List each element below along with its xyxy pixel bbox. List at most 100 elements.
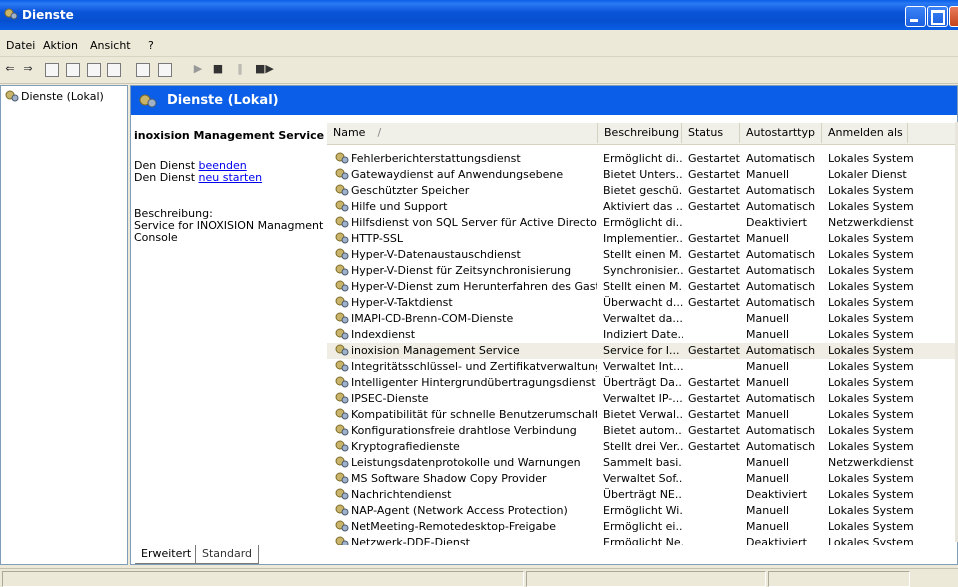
table-row[interactable]: NAP-Agent (Network Access Protection) Erm… [327,503,957,519]
service-gear-icon [335,488,349,500]
table-row[interactable]: Leistungsdatenprotokolle und Warnungen Sa… [327,455,957,471]
table-row[interactable]: Kryptografiedienste Stellt drei Ver... Ges… [327,439,957,455]
cell-name: inoxision Management Service [335,343,597,359]
table-row[interactable]: IPSEC-Dienste Verwaltet IP-... Gestartet Au… [327,391,957,407]
column-header-description[interactable]: Beschreibung [598,123,682,143]
cell-status: Gestartet [688,264,740,277]
service-gear-icon [335,360,349,372]
cell-status: Gestartet [688,280,740,293]
table-row[interactable]: Integritätsschlüssel- und Zertifikatverw… [327,359,957,375]
service-name: Gatewaydienst auf Anwendungsebene [351,168,564,181]
forward-icon[interactable]: ⇒ [20,61,36,77]
back-icon[interactable]: ⇐ [2,61,18,77]
services-icon [4,8,18,20]
service-gear-icon [335,504,349,516]
cell-desc: Stellt einen M... [603,280,683,293]
cell-name: NetMeeting-Remotedesktop-Freigabe [335,519,597,535]
table-row[interactable]: inoxision Management Service Service for … [327,343,957,359]
table-row[interactable]: MS Software Shadow Copy Provider Verwalte… [327,471,957,487]
cell-desc: Überträgt Da... [603,376,683,389]
service-name: inoxision Management Service [351,344,520,357]
refresh-icon[interactable] [87,63,101,77]
cell-desc: Ermöglicht di... [603,152,683,165]
menu-datei[interactable]: Datei [6,39,35,52]
menu-ansicht[interactable]: Ansicht [90,39,131,52]
table-row[interactable]: Hilfsdienst von SQL Server für Active Di… [327,215,957,231]
service-name: Hyper-V-Taktdienst [351,296,453,309]
cell-start: Manuell [746,360,790,373]
table-row[interactable]: NetMeeting-Remotedesktop-Freigabe Ermögli… [327,519,957,535]
menu-help[interactable]: ? [148,39,154,52]
cell-logon: Lokales System [828,520,914,533]
close-button[interactable] [949,6,958,27]
menu-aktion[interactable]: Aktion [43,39,78,52]
play-icon[interactable]: ▶ [190,61,206,77]
table-row[interactable]: Geschützter Speicher Bietet geschü... Gest… [327,183,957,199]
service-gear-icon [335,424,349,436]
cell-desc: Implementier... [603,232,683,245]
pause-icon[interactable]: ‖ [232,61,248,77]
service-gear-icon [335,152,349,164]
tab-standard[interactable]: Standard [195,545,260,564]
console-tree-icon[interactable] [45,63,59,77]
cell-desc: Sammelt basi... [603,456,683,469]
cell-desc: Service for I... [603,344,680,357]
cell-desc: Bietet geschü... [603,184,683,197]
restart-icon[interactable]: ■▶ [255,61,274,77]
table-row[interactable]: Intelligenter Hintergrundübertragungsdie… [327,375,957,391]
maximize-button[interactable] [927,6,948,27]
cell-name: MS Software Shadow Copy Provider [335,471,597,487]
cell-desc: Bietet Unters... [603,168,683,181]
cell-start: Deaktiviert [746,488,807,501]
table-row[interactable]: Fehlerberichterstattungsdienst Ermöglicht… [327,151,957,167]
export-icon[interactable] [107,63,121,77]
cell-start: Manuell [746,520,790,533]
service-name: Geschützter Speicher [351,184,470,197]
cell-status: Gestartet [688,344,740,357]
column-header-name[interactable]: Name / [327,123,598,143]
service-name: Kryptografiedienste [351,440,460,453]
table-row[interactable]: Kompatibilität für schnelle Benutzerumsc… [327,407,957,423]
service-gear-icon [335,184,349,196]
service-name: IMAPI-CD-Brenn-COM-Dienste [351,312,514,325]
help-icon[interactable] [136,63,150,77]
restart-service-link[interactable]: neu starten [199,171,263,184]
view-icon[interactable] [158,63,172,77]
table-row[interactable]: Hyper-V-Taktdienst Überwacht d... Gestarte… [327,295,957,311]
cell-start: Automatisch [746,280,816,293]
column-header-status[interactable]: Status [682,123,740,143]
cell-logon: Lokales System [828,280,914,293]
table-row[interactable]: Konfigurationsfreie drahtlose Verbindung… [327,423,957,439]
table-row[interactable]: HTTP-SSL Implementier... Gestartet Manuell L… [327,231,957,247]
cell-status: Gestartet [688,152,740,165]
cell-desc: Verwaltet IP-... [603,392,683,405]
stop-icon[interactable]: ■ [210,61,226,77]
table-row[interactable]: Indexdienst Indiziert Date... Manuell Lokal… [327,327,957,343]
tab-erweitert[interactable]: Erweitert [135,545,199,564]
status-segment-2 [526,571,766,587]
table-row[interactable]: Hyper-V-Dienst zum Herunterfahren des Ga… [327,279,957,295]
table-row[interactable]: Hilfe und Support Aktiviert das ... Gestar… [327,199,957,215]
cell-name: Hyper-V-Dienst zum Herunterfahren des Ga… [335,279,597,295]
properties-icon[interactable] [66,63,80,77]
tree-node-services-local[interactable]: Dienste (Lokal) [5,90,104,103]
table-row[interactable]: Hyper-V-Datenaustauschdienst Stellt einen… [327,247,957,263]
table-row[interactable]: Hyper-V-Dienst für Zeitsynchronisierung S… [327,263,957,279]
table-row[interactable]: IMAPI-CD-Brenn-COM-Dienste Verwaltet da..… [327,311,957,327]
cell-start: Manuell [746,504,790,517]
service-gear-icon [335,312,349,324]
services-icon [139,94,157,108]
title-bar[interactable]: Dienste [0,0,958,30]
cell-start: Automatisch [746,440,816,453]
column-header-logon[interactable]: Anmelden als [822,123,908,143]
minimize-button[interactable] [905,6,926,27]
cell-start: Automatisch [746,200,816,213]
sort-indicator: / [377,126,382,139]
table-row[interactable]: Gatewaydienst auf Anwendungsebene Bietet … [327,167,957,183]
table-row[interactable]: Nachrichtendienst Überträgt NE... Deaktivi… [327,487,957,503]
column-header-starttype[interactable]: Autostarttyp [740,123,822,143]
cell-desc: Indiziert Date... [603,328,683,341]
service-name: Hyper-V-Dienst zum Herunterfahren des Ga… [351,280,597,293]
cell-logon: Lokales System [828,392,914,405]
service-gear-icon [335,440,349,452]
